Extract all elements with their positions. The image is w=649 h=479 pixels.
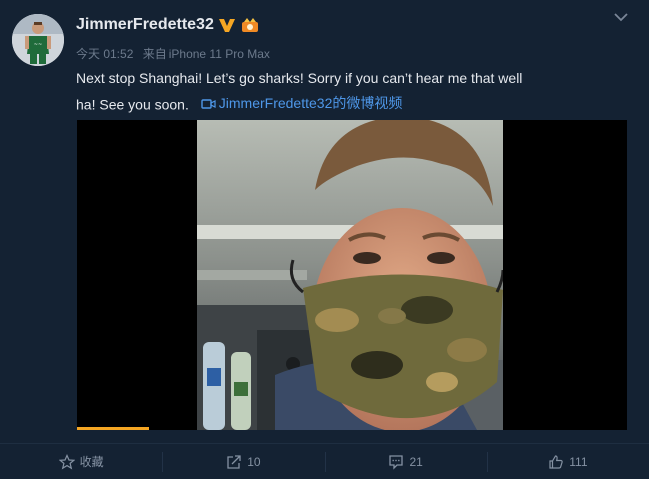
comment-count: 21 bbox=[409, 454, 423, 469]
weibo-post-card: ~~ JimmerFredette32 今天 01:52 来自 iPhone 1… bbox=[0, 0, 649, 479]
star-icon bbox=[58, 453, 75, 469]
action-bar: 收藏 10 21 111 bbox=[0, 444, 649, 479]
like-button[interactable]: 111 bbox=[486, 444, 649, 479]
svg-text:~~: ~~ bbox=[34, 42, 42, 48]
post-text-line1: Next stop Shanghai! Let’s go sharks! Sor… bbox=[76, 70, 523, 86]
like-count: 111 bbox=[569, 454, 588, 469]
favorite-label: 收藏 bbox=[79, 455, 104, 469]
post-meta: 今天 01:52 来自 iPhone 11 Pro Max bbox=[76, 45, 270, 62]
repost-button[interactable]: 10 bbox=[162, 444, 324, 479]
source-prefix: 来自 bbox=[142, 47, 167, 61]
video-progress-fill bbox=[77, 427, 149, 430]
favorite-button[interactable]: 收藏 bbox=[0, 444, 162, 479]
post-text-line2: ha! See you soon. bbox=[76, 96, 189, 113]
repost-count: 10 bbox=[247, 454, 261, 469]
video-progress-bar[interactable] bbox=[77, 427, 627, 430]
member-badge-icon[interactable] bbox=[240, 17, 260, 33]
video-camera-icon bbox=[201, 98, 216, 109]
thumbs-up-icon bbox=[549, 454, 563, 469]
author-row: JimmerFredette32 bbox=[76, 14, 260, 36]
video-player[interactable] bbox=[77, 120, 627, 430]
post-text: Next stop Shanghai! Let’s go sharks! Sor… bbox=[76, 66, 616, 118]
source-device: iPhone 11 Pro Max bbox=[168, 47, 270, 61]
comment-icon bbox=[389, 454, 404, 470]
video-link-label: JimmerFredette32的微博视频 bbox=[218, 95, 403, 111]
avatar[interactable]: ~~ bbox=[12, 14, 64, 66]
video-frame bbox=[197, 120, 503, 430]
video-link[interactable]: JimmerFredette32的微博视频 bbox=[201, 91, 403, 116]
repost-icon bbox=[227, 454, 241, 469]
username[interactable]: JimmerFredette32 bbox=[76, 16, 214, 34]
comment-button[interactable]: 21 bbox=[324, 444, 487, 479]
chevron-down-icon[interactable] bbox=[613, 10, 629, 22]
timestamp[interactable]: 今天 01:52 bbox=[76, 47, 133, 61]
verified-v-icon bbox=[218, 17, 236, 33]
